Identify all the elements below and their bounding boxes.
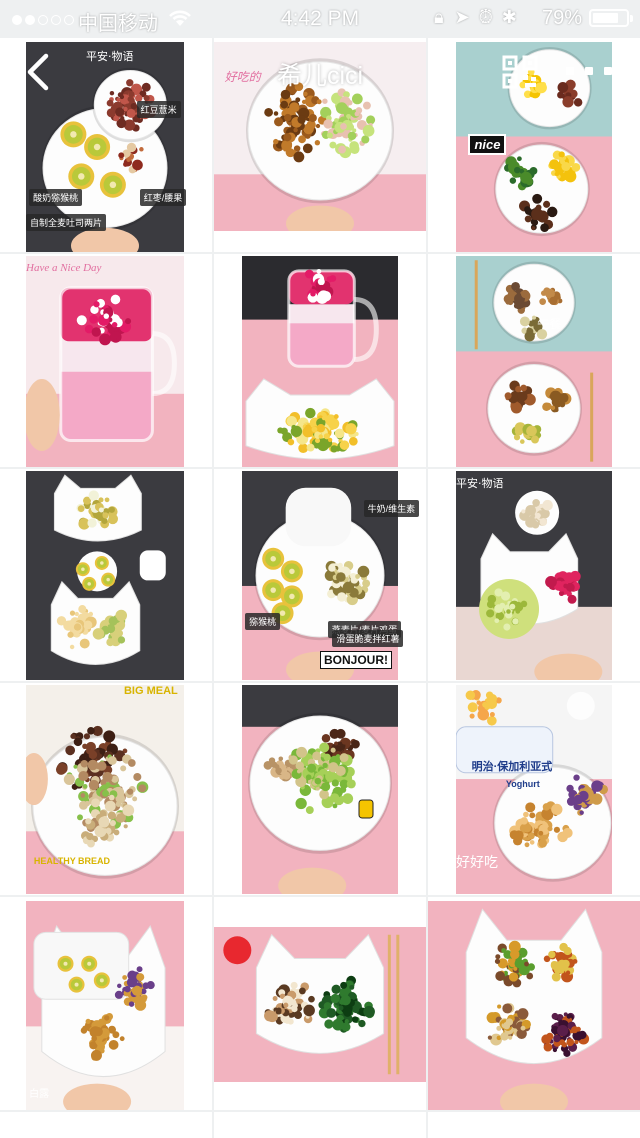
kiwi-slice (99, 171, 126, 198)
food-photo (456, 256, 612, 467)
photo-sticker-text: 明治·保加利亚式 (471, 761, 553, 774)
photo-sticker-text: 白露 (29, 1088, 50, 1100)
photo-caption-label: 牛奶/维生素 (363, 500, 420, 518)
rotation-lock-icon: 🔒︎ (434, 7, 444, 27)
battery-percentage: 79% (542, 7, 583, 29)
location-icon: ➤ (454, 7, 470, 27)
cup-sticker (358, 799, 374, 819)
kiwi-slice (262, 579, 285, 602)
photo-caption-label: 滑蛋脆麦拌红薯 (332, 629, 404, 647)
chopsticks (590, 372, 594, 462)
photo-thumbnail[interactable]: 牛奶/维生素猕猴桃燕麦片/麦片鸡蛋滑蛋脆麦拌红薯BONJOUR! (214, 469, 426, 681)
kiwi-slice (82, 576, 97, 591)
food-photo (428, 901, 640, 1110)
food-photo (26, 901, 184, 1110)
food-photo (214, 927, 426, 1082)
photo-grid: 红豆薏米 酸奶猕猴桃 红枣/腰果 自制全麦吐司两片 平安·物语 好吃的 nice Have a… (0, 0, 640, 1138)
kiwi-slice (84, 134, 111, 160)
cup (566, 691, 595, 720)
status-icons: 🔒︎ ➤ ⏰︎ ✱ (434, 7, 517, 28)
photo-sticker-text: HEALTHY BREAD (33, 856, 111, 867)
photo-thumbnail-partial[interactable] (214, 1112, 426, 1138)
kiwi-slice (68, 976, 85, 993)
photo-thumbnail[interactable]: 白露 (0, 897, 212, 1110)
photo-sticker-text: 午餐 (537, 317, 562, 332)
food-photo (242, 685, 398, 894)
kiwi-slice (60, 121, 87, 148)
chopsticks (387, 934, 391, 1075)
photo-thumbnail[interactable]: 平安·物语 (428, 469, 640, 681)
photo-thumbnail[interactable] (214, 254, 426, 467)
photo-caption-label: 酸奶猕猴桃 (29, 189, 83, 206)
milk-jug (139, 550, 166, 581)
kiwi-slice (262, 547, 285, 570)
photo-thumbnail-partial[interactable] (428, 1112, 640, 1138)
photo-thumbnail[interactable] (214, 683, 426, 895)
qr-code-icon[interactable] (502, 55, 538, 89)
battery-icon (589, 9, 633, 27)
photo-thumbnail[interactable]: 午餐 (428, 254, 640, 467)
photo-caption-label: 自制全麦吐司两片 (26, 214, 107, 232)
photo-caption-label: 红豆薏米 (136, 100, 181, 118)
more-options-icon[interactable] (566, 60, 612, 82)
photo-thumbnail[interactable]: Have a Nice Day (0, 254, 212, 467)
bluetooth-icon: ✱ (501, 7, 517, 27)
photo-sticker-text: Yoghurt (505, 779, 540, 790)
food-photo (26, 471, 184, 680)
photo-thumbnail-partial[interactable] (0, 1112, 212, 1138)
kiwi-slice (81, 955, 98, 972)
alarm-icon: ⏰︎ (478, 7, 493, 27)
photo-thumbnail[interactable]: 明治·保加利亚式 Yoghurt 好好吃 (428, 683, 640, 895)
photo-caption-label: 猕猴桃 (245, 613, 281, 631)
kiwi-slice (57, 955, 74, 972)
kiwi-slice (75, 562, 90, 577)
nav-title: 希儿cici (276, 62, 364, 90)
photo-sticker-text: nice (468, 134, 507, 156)
status-bar: 中国移动 4:42 PM 🔒︎ ➤ ⏰︎ ✱ 79% (0, 0, 640, 36)
photo-thumbnail[interactable] (214, 897, 426, 1110)
photo-sticker-text: BONJOUR! (320, 650, 393, 669)
food-photo (456, 471, 612, 680)
kiwi-slice (68, 163, 95, 190)
kiwi-slice (94, 555, 109, 570)
photo-caption-label: 红枣/腰果 (139, 189, 187, 206)
food-photo (26, 256, 184, 467)
photo-sticker-text: 平安·物语 (456, 477, 504, 491)
kiwi-slice (101, 572, 116, 587)
chopsticks (474, 260, 478, 350)
kiwi-slice (280, 560, 303, 583)
photo-sticker-text: Have a Nice Day (26, 262, 102, 275)
milk-cup (285, 487, 352, 547)
kiwi-slice (93, 972, 110, 989)
chopsticks (396, 934, 400, 1075)
photo-thumbnail[interactable] (0, 469, 212, 681)
photo-thumbnail[interactable]: BIG MEAL HEALTHY BREAD (0, 683, 212, 895)
photo-thumbnail[interactable] (428, 897, 640, 1110)
photo-sticker-text: 好好吃 (456, 855, 498, 872)
smiley-sticker (223, 936, 252, 965)
food-photo (242, 256, 398, 467)
photo-sticker-text: BIG MEAL (123, 685, 178, 697)
